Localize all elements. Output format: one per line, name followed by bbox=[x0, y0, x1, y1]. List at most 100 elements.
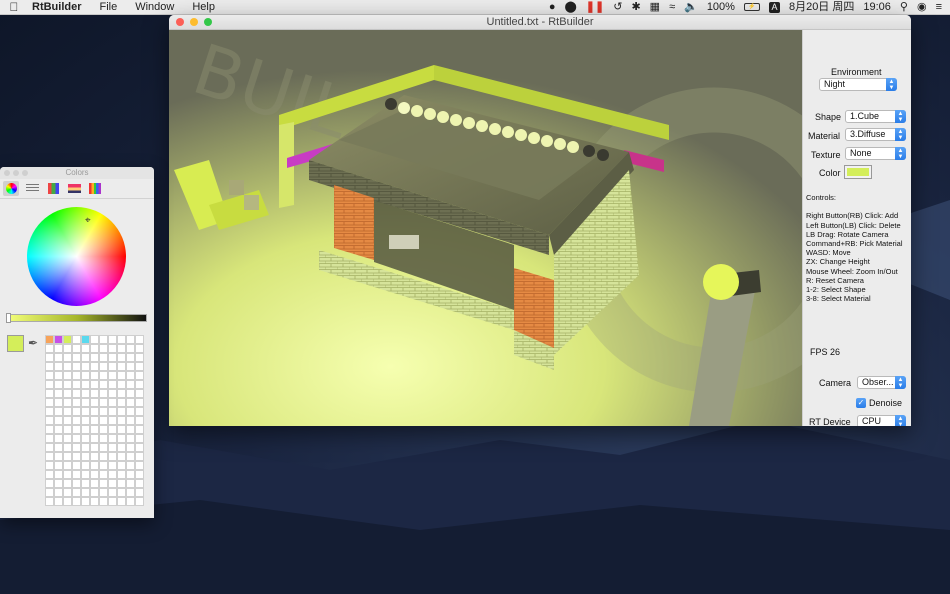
color-swatch-cell[interactable] bbox=[117, 407, 126, 416]
color-swatch-cell[interactable] bbox=[126, 452, 135, 461]
color-swatch-cell[interactable] bbox=[126, 479, 135, 488]
color-swatch-cell[interactable] bbox=[45, 443, 54, 452]
bluetooth-icon[interactable]: ✱ bbox=[631, 0, 640, 15]
color-swatch-cell[interactable] bbox=[135, 407, 144, 416]
color-swatch-cell[interactable] bbox=[126, 371, 135, 380]
time-machine-icon[interactable]: ↺ bbox=[613, 0, 622, 15]
color-swatch-cell[interactable] bbox=[90, 470, 99, 479]
color-swatch-cell[interactable] bbox=[99, 425, 108, 434]
color-swatch-cell[interactable] bbox=[126, 398, 135, 407]
color-swatch-cell[interactable] bbox=[81, 470, 90, 479]
color-swatch-cell[interactable] bbox=[135, 416, 144, 425]
color-swatch-cell[interactable] bbox=[117, 371, 126, 380]
color-swatch-cell[interactable] bbox=[90, 479, 99, 488]
color-swatch-cell[interactable] bbox=[126, 389, 135, 398]
environment-select[interactable]: Night ▲ ▼ bbox=[819, 78, 897, 91]
color-swatch-cell[interactable] bbox=[63, 353, 72, 362]
color-swatch-cell[interactable] bbox=[135, 344, 144, 353]
color-swatch-cell[interactable] bbox=[126, 443, 135, 452]
color-swatch-cell[interactable] bbox=[72, 479, 81, 488]
color-swatch-cell[interactable] bbox=[54, 488, 63, 497]
color-swatch-cell[interactable] bbox=[108, 362, 117, 371]
color-swatch-cell[interactable] bbox=[54, 461, 63, 470]
color-swatch-cell[interactable] bbox=[72, 380, 81, 389]
color-swatch-cell[interactable] bbox=[54, 389, 63, 398]
color-swatch-cell[interactable] bbox=[45, 434, 54, 443]
color-swatch-cell[interactable] bbox=[90, 371, 99, 380]
color-swatch-cell[interactable] bbox=[81, 443, 90, 452]
color-swatch-cell[interactable] bbox=[135, 470, 144, 479]
shield-icon[interactable]: ⬤ bbox=[564, 0, 576, 15]
color-swatch-cell[interactable] bbox=[117, 416, 126, 425]
color-swatch-cell[interactable] bbox=[126, 362, 135, 371]
material-select[interactable]: 3.Diffuse ▲ ▼ bbox=[845, 128, 906, 141]
color-swatch-cell[interactable] bbox=[117, 362, 126, 371]
color-swatch-cell[interactable] bbox=[90, 434, 99, 443]
color-well[interactable] bbox=[844, 165, 872, 179]
menu-file[interactable]: File bbox=[91, 1, 127, 13]
color-swatch-cell[interactable] bbox=[63, 362, 72, 371]
color-swatch-cell[interactable] bbox=[126, 335, 135, 344]
color-swatch-cell[interactable] bbox=[117, 344, 126, 353]
menu-app[interactable]: RtBuilder bbox=[28, 1, 91, 13]
color-swatch-cell[interactable] bbox=[90, 452, 99, 461]
color-swatch-cell[interactable] bbox=[54, 497, 63, 506]
color-swatch-cell[interactable] bbox=[117, 488, 126, 497]
color-swatch-cell[interactable] bbox=[126, 380, 135, 389]
color-swatch-cell[interactable] bbox=[72, 443, 81, 452]
color-swatch-cell[interactable] bbox=[99, 407, 108, 416]
color-swatch-cell[interactable] bbox=[63, 371, 72, 380]
qq-icon[interactable]: ● bbox=[549, 0, 556, 15]
color-swatch-cell[interactable] bbox=[90, 425, 99, 434]
camera-select[interactable]: Obser... ▲ ▼ bbox=[857, 376, 906, 389]
color-swatch-cell[interactable] bbox=[45, 488, 54, 497]
menu-help[interactable]: Help bbox=[183, 1, 224, 13]
search-icon[interactable]: ⚲ bbox=[900, 0, 908, 15]
color-swatch-cell[interactable] bbox=[90, 497, 99, 506]
color-swatch-cell[interactable] bbox=[108, 335, 117, 344]
color-swatch-cell[interactable] bbox=[81, 488, 90, 497]
color-swatch-cell[interactable] bbox=[54, 335, 63, 344]
color-swatch-cell[interactable] bbox=[135, 434, 144, 443]
color-swatch-cell[interactable] bbox=[108, 497, 117, 506]
color-swatch-cell[interactable] bbox=[108, 434, 117, 443]
color-swatch-cell[interactable] bbox=[81, 344, 90, 353]
color-swatch-cell[interactable] bbox=[45, 371, 54, 380]
color-swatch-cell[interactable] bbox=[117, 443, 126, 452]
color-swatch-cell[interactable] bbox=[45, 425, 54, 434]
siri-icon[interactable]: ◉ bbox=[917, 0, 927, 15]
color-swatch-cell[interactable] bbox=[63, 344, 72, 353]
color-swatch-cell[interactable] bbox=[135, 380, 144, 389]
wifi-icon[interactable]: ≈ bbox=[669, 0, 675, 15]
color-swatch-cell[interactable] bbox=[45, 497, 54, 506]
eyedropper-icon[interactable]: ✒ bbox=[28, 336, 38, 350]
color-swatch-cell[interactable] bbox=[90, 335, 99, 344]
color-swatch-cell[interactable] bbox=[126, 425, 135, 434]
color-swatch-cell[interactable] bbox=[72, 452, 81, 461]
color-swatch-cell[interactable] bbox=[117, 461, 126, 470]
notification-list-icon[interactable]: ≡ bbox=[936, 0, 942, 15]
color-swatch-cell[interactable] bbox=[126, 461, 135, 470]
color-swatch-cell[interactable] bbox=[117, 497, 126, 506]
color-swatch-cell[interactable] bbox=[72, 344, 81, 353]
color-swatch-cell[interactable] bbox=[45, 407, 54, 416]
color-swatch-cell[interactable] bbox=[63, 443, 72, 452]
color-swatch-cell[interactable] bbox=[117, 479, 126, 488]
current-color-swatch[interactable] bbox=[7, 335, 24, 352]
color-swatch-cell[interactable] bbox=[108, 470, 117, 479]
time-label[interactable]: 19:06 bbox=[863, 0, 891, 15]
color-swatch-cell[interactable] bbox=[99, 470, 108, 479]
color-swatch-cell[interactable] bbox=[81, 371, 90, 380]
image-palettes-tab[interactable] bbox=[66, 181, 82, 196]
color-swatch-cell[interactable] bbox=[117, 425, 126, 434]
color-swatch-cell[interactable] bbox=[72, 434, 81, 443]
color-swatch-cell[interactable] bbox=[81, 452, 90, 461]
color-swatch-cell[interactable] bbox=[126, 416, 135, 425]
apple-icon[interactable]:  bbox=[0, 0, 28, 14]
color-swatch-cell[interactable] bbox=[45, 479, 54, 488]
color-swatch-cell[interactable] bbox=[72, 353, 81, 362]
color-swatch-cell[interactable] bbox=[135, 479, 144, 488]
color-swatch-cell[interactable] bbox=[63, 497, 72, 506]
color-swatch-cell[interactable] bbox=[45, 452, 54, 461]
color-swatch-cell[interactable] bbox=[54, 362, 63, 371]
